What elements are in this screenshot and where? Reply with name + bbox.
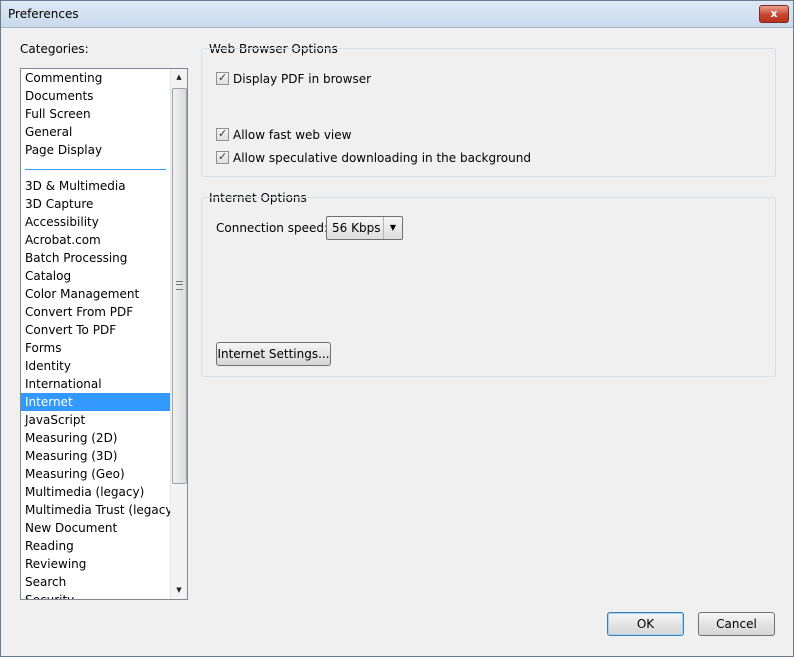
ok-button[interactable]: OK: [607, 612, 684, 636]
category-item-page-display[interactable]: Page Display: [21, 141, 170, 159]
category-item-batch-processing[interactable]: Batch Processing: [21, 249, 170, 267]
category-item-commenting[interactable]: Commenting: [21, 69, 170, 87]
category-item-general[interactable]: General: [21, 123, 170, 141]
fast-web-view-checkbox[interactable]: [216, 126, 229, 142]
connection-speed-label: Connection speed:: [216, 221, 329, 235]
category-item-identity[interactable]: Identity: [21, 357, 170, 375]
category-item-new-document[interactable]: New Document: [21, 519, 170, 537]
category-item-javascript[interactable]: JavaScript: [21, 411, 170, 429]
speculative-download-checkbox[interactable]: [216, 149, 229, 165]
close-icon: x: [770, 7, 778, 20]
internet-settings-button[interactable]: Internet Settings...: [216, 342, 331, 366]
categories-scrollbar[interactable]: ▲ ▼: [170, 69, 187, 599]
category-item-reviewing[interactable]: Reviewing: [21, 555, 170, 573]
fast-web-view-label: Allow fast web view: [233, 128, 352, 142]
category-item-measuring-2d[interactable]: Measuring (2D): [21, 429, 170, 447]
category-item-full-screen[interactable]: Full Screen: [21, 105, 170, 123]
display-pdf-label: Display PDF in browser: [233, 72, 372, 86]
categories-label: Categories:: [20, 42, 89, 56]
cancel-button[interactable]: Cancel: [698, 612, 775, 636]
categories-items: Commenting Documents Full Screen General Pag…: [21, 69, 177, 599]
category-item-measuring-3d[interactable]: Measuring (3D): [21, 447, 170, 465]
categories-list[interactable]: Commenting Documents Full Screen General Pag…: [20, 68, 188, 600]
grip-icon: [176, 281, 183, 290]
speculative-download-label: Allow speculative downloading in the bac…: [233, 151, 531, 165]
category-item-color-management[interactable]: Color Management: [21, 285, 170, 303]
close-button[interactable]: x: [759, 5, 789, 23]
display-pdf-row[interactable]: Display PDF in browser: [216, 70, 372, 87]
chevron-down-icon[interactable]: ▼: [383, 217, 402, 239]
preferences-window: Preferences x Categories: Commenting Docu…: [0, 0, 794, 657]
category-item-convert-from-pdf[interactable]: Convert From PDF: [21, 303, 170, 321]
category-item-catalog[interactable]: Catalog: [21, 267, 170, 285]
category-item-documents[interactable]: Documents: [21, 87, 170, 105]
connection-speed-select[interactable]: 56 Kbps ▼: [326, 216, 403, 240]
category-item-search[interactable]: Search: [21, 573, 170, 591]
category-item-3d-capture[interactable]: 3D Capture: [21, 195, 170, 213]
category-item-accessibility[interactable]: Accessibility: [21, 213, 170, 231]
speculative-download-row[interactable]: Allow speculative downloading in the bac…: [216, 149, 531, 166]
scroll-down-arrow-icon[interactable]: ▼: [171, 582, 187, 599]
category-item-international[interactable]: International: [21, 375, 170, 393]
category-item-multimedia-trust-legacy[interactable]: Multimedia Trust (legacy): [21, 501, 177, 519]
category-item-acrobat-com[interactable]: Acrobat.com: [21, 231, 170, 249]
fast-web-view-row[interactable]: Allow fast web view: [216, 126, 352, 143]
category-item-forms[interactable]: Forms: [21, 339, 170, 357]
category-item-measuring-geo[interactable]: Measuring (Geo): [21, 465, 170, 483]
category-item-multimedia-legacy[interactable]: Multimedia (legacy): [21, 483, 170, 501]
category-separator: [21, 159, 170, 177]
scroll-thumb[interactable]: [172, 88, 187, 484]
connection-speed-value: 56 Kbps: [332, 221, 381, 235]
category-item-reading[interactable]: Reading: [21, 537, 170, 555]
title-bar[interactable]: Preferences x: [1, 1, 793, 28]
category-item-security[interactable]: Security: [21, 591, 170, 599]
category-item-convert-to-pdf[interactable]: Convert To PDF: [21, 321, 170, 339]
category-item-internet[interactable]: Internet: [21, 393, 170, 411]
scroll-up-arrow-icon[interactable]: ▲: [171, 69, 187, 86]
category-item-3d-multimedia[interactable]: 3D & Multimedia: [21, 177, 170, 195]
display-pdf-checkbox[interactable]: [216, 70, 229, 86]
window-title: Preferences: [8, 7, 79, 21]
